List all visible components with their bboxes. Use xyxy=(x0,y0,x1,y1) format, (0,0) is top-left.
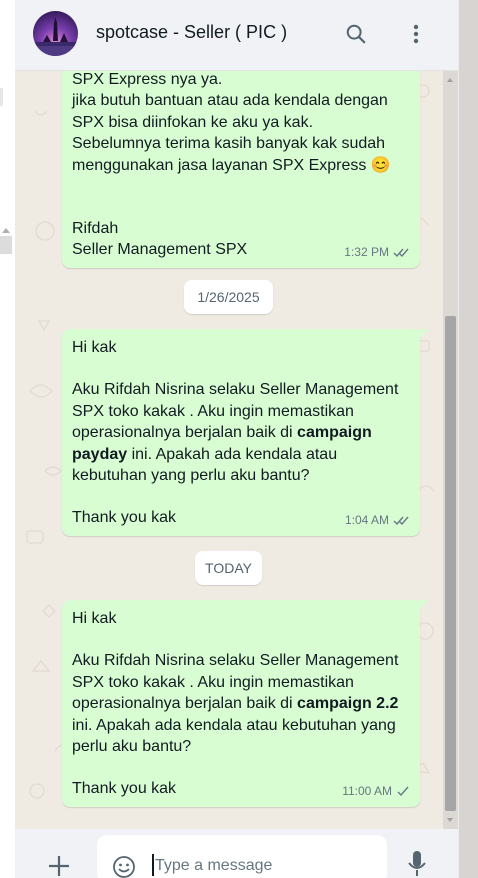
scroll-up-arrow[interactable] xyxy=(447,78,453,82)
double-check-icon xyxy=(393,516,409,525)
message-meta: 1:32 PM xyxy=(344,242,410,263)
message-time: 1:04 AM xyxy=(344,512,389,527)
date-separator: TODAY xyxy=(195,551,262,585)
outgoing-message[interactable]: Hi kak Aku Rifdah Nisrina selaku Seller … xyxy=(62,600,428,807)
chat-scrollbar[interactable] xyxy=(443,71,458,829)
outgoing-message[interactable]: SPX Express nya ya. jika butuh bantuan a… xyxy=(62,71,420,268)
message-time: 11:00 AM xyxy=(342,783,392,798)
message-text-line: menggunakan jasa layanan SPX Express 😊 xyxy=(72,156,391,174)
message-time: 1:32 PM xyxy=(344,244,389,259)
contact-avatar[interactable] xyxy=(33,11,78,56)
left-scroll-up-arrow[interactable] xyxy=(2,228,10,233)
message-body: Aku Rifdah Nisrina selaku Seller Managem… xyxy=(72,650,410,757)
message-greeting: Hi kak xyxy=(72,339,117,356)
message-body: Aku Rifdah Nisrina selaku Seller Managem… xyxy=(72,379,410,486)
date-separator-label: TODAY xyxy=(205,560,252,576)
message-list[interactable]: SPX Express nya ya. jika butuh bantuan a… xyxy=(15,71,458,829)
date-separator: 1/26/2025 xyxy=(184,280,273,314)
chat-title[interactable]: spotcase - Seller ( PIC ) xyxy=(96,22,287,43)
message-text-line: Sebelumnya terima kasih banyak kak sudah xyxy=(72,135,386,153)
message-meta: 1:04 AM xyxy=(345,510,410,531)
left-window-edge xyxy=(0,0,16,878)
date-separator-label: 1/26/2025 xyxy=(197,289,260,305)
single-check-icon xyxy=(397,786,409,796)
voice-message-button[interactable] xyxy=(404,849,430,878)
scroll-down-arrow[interactable] xyxy=(447,818,453,822)
message-text-partial: SPX Express nya ya. xyxy=(72,71,223,88)
message-text-line: Rifdah xyxy=(72,220,119,238)
message-text-line: SPX bisa diinfokan ke aku ya kak. xyxy=(72,113,314,131)
emoji-button[interactable] xyxy=(112,855,136,878)
menu-button[interactable] xyxy=(403,21,429,47)
message-text-line: jika butuh bantuan atau ada kendala deng… xyxy=(72,92,388,110)
right-window-edge xyxy=(458,0,478,878)
double-check-icon xyxy=(393,248,409,257)
left-edge-highlight xyxy=(0,88,3,106)
search-button[interactable] xyxy=(343,21,369,47)
attach-button[interactable] xyxy=(46,853,72,878)
edge-line xyxy=(458,0,459,878)
chat-header[interactable]: spotcase - Seller ( PIC ) xyxy=(15,0,458,71)
bubble-tail xyxy=(418,329,428,341)
mic-icon xyxy=(408,851,426,876)
text-caret xyxy=(152,854,154,876)
more-vertical-icon xyxy=(413,24,419,44)
plus-icon xyxy=(49,856,69,876)
message-body-bold: campaign 2.2 xyxy=(297,695,399,713)
message-greeting: Hi kak xyxy=(72,610,117,627)
chat-window: spotcase - Seller ( PIC ) SPX Express ny… xyxy=(15,0,458,878)
emoji-icon xyxy=(113,856,135,878)
bubble-tail xyxy=(418,600,428,612)
scrollbar-thumb[interactable] xyxy=(445,316,456,811)
message-input-box[interactable]: Type a message xyxy=(97,835,387,878)
composer-bar: Type a message xyxy=(15,829,458,878)
avatar-image xyxy=(33,11,78,56)
message-input[interactable]: Type a message xyxy=(155,857,272,875)
message-meta: 11:00 AM xyxy=(342,781,410,802)
left-scroll-thumb[interactable] xyxy=(0,236,12,254)
outgoing-message[interactable]: Hi kak Aku Rifdah Nisrina selaku Seller … xyxy=(62,329,428,536)
search-icon xyxy=(346,24,366,44)
